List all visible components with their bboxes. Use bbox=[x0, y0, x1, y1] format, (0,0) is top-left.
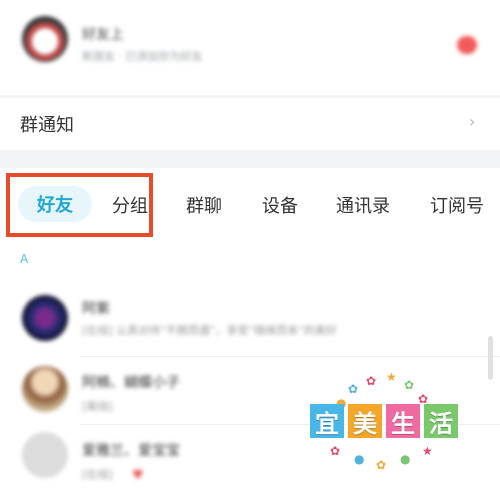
notification-name: 好友上 bbox=[82, 27, 124, 43]
notification-subtitle: 新朋友 · 已添加你为好友 bbox=[82, 50, 203, 63]
contact-name[interactable]: 阿紫 bbox=[82, 298, 110, 318]
watermark-char: 美 bbox=[348, 404, 382, 438]
tab-address-book[interactable]: 通讯录 bbox=[336, 192, 390, 218]
watermark-char: 生 bbox=[386, 404, 420, 438]
group-notice-label: 群通知 bbox=[20, 115, 74, 136]
contact-status: [离线] bbox=[82, 400, 113, 413]
tab-subscriptions[interactable]: 订阅号 bbox=[430, 192, 484, 218]
scrollbar[interactable] bbox=[488, 336, 493, 380]
avatar[interactable] bbox=[22, 432, 68, 478]
contact-status: [在线] 认真对待“不期而遇”，享受“随缘而来”的美好 bbox=[82, 324, 337, 337]
contact-name[interactable]: 阿楠、蝴蝶小子 bbox=[82, 372, 180, 392]
new-friend-row[interactable] bbox=[0, 0, 500, 95]
avatar[interactable] bbox=[22, 366, 68, 412]
watermark-char: 宜 bbox=[310, 404, 344, 438]
tab-group-chats[interactable]: 群聊 bbox=[186, 192, 222, 218]
highlight-annotation-box bbox=[6, 173, 153, 237]
contact-status: [在线] bbox=[82, 468, 113, 481]
contact-name[interactable]: 爱雅兰、爱宝宝 bbox=[82, 440, 180, 460]
group-notice-row[interactable] bbox=[0, 98, 500, 150]
avatar bbox=[22, 16, 68, 62]
watermark-logo: ✿ ★ ✿ ✿ ● ✿ 宜 美 生 活 ✿ ● ✿ ● ★ bbox=[300, 368, 462, 480]
watermark-char: 活 bbox=[424, 404, 458, 438]
avatar[interactable] bbox=[22, 295, 68, 341]
unread-badge bbox=[457, 36, 477, 54]
section-letter: A bbox=[20, 252, 29, 266]
divider bbox=[80, 356, 500, 357]
tab-devices[interactable]: 设备 bbox=[262, 192, 298, 218]
heart-icon: ♥ bbox=[132, 468, 144, 483]
chevron-right-icon: › bbox=[469, 112, 476, 131]
